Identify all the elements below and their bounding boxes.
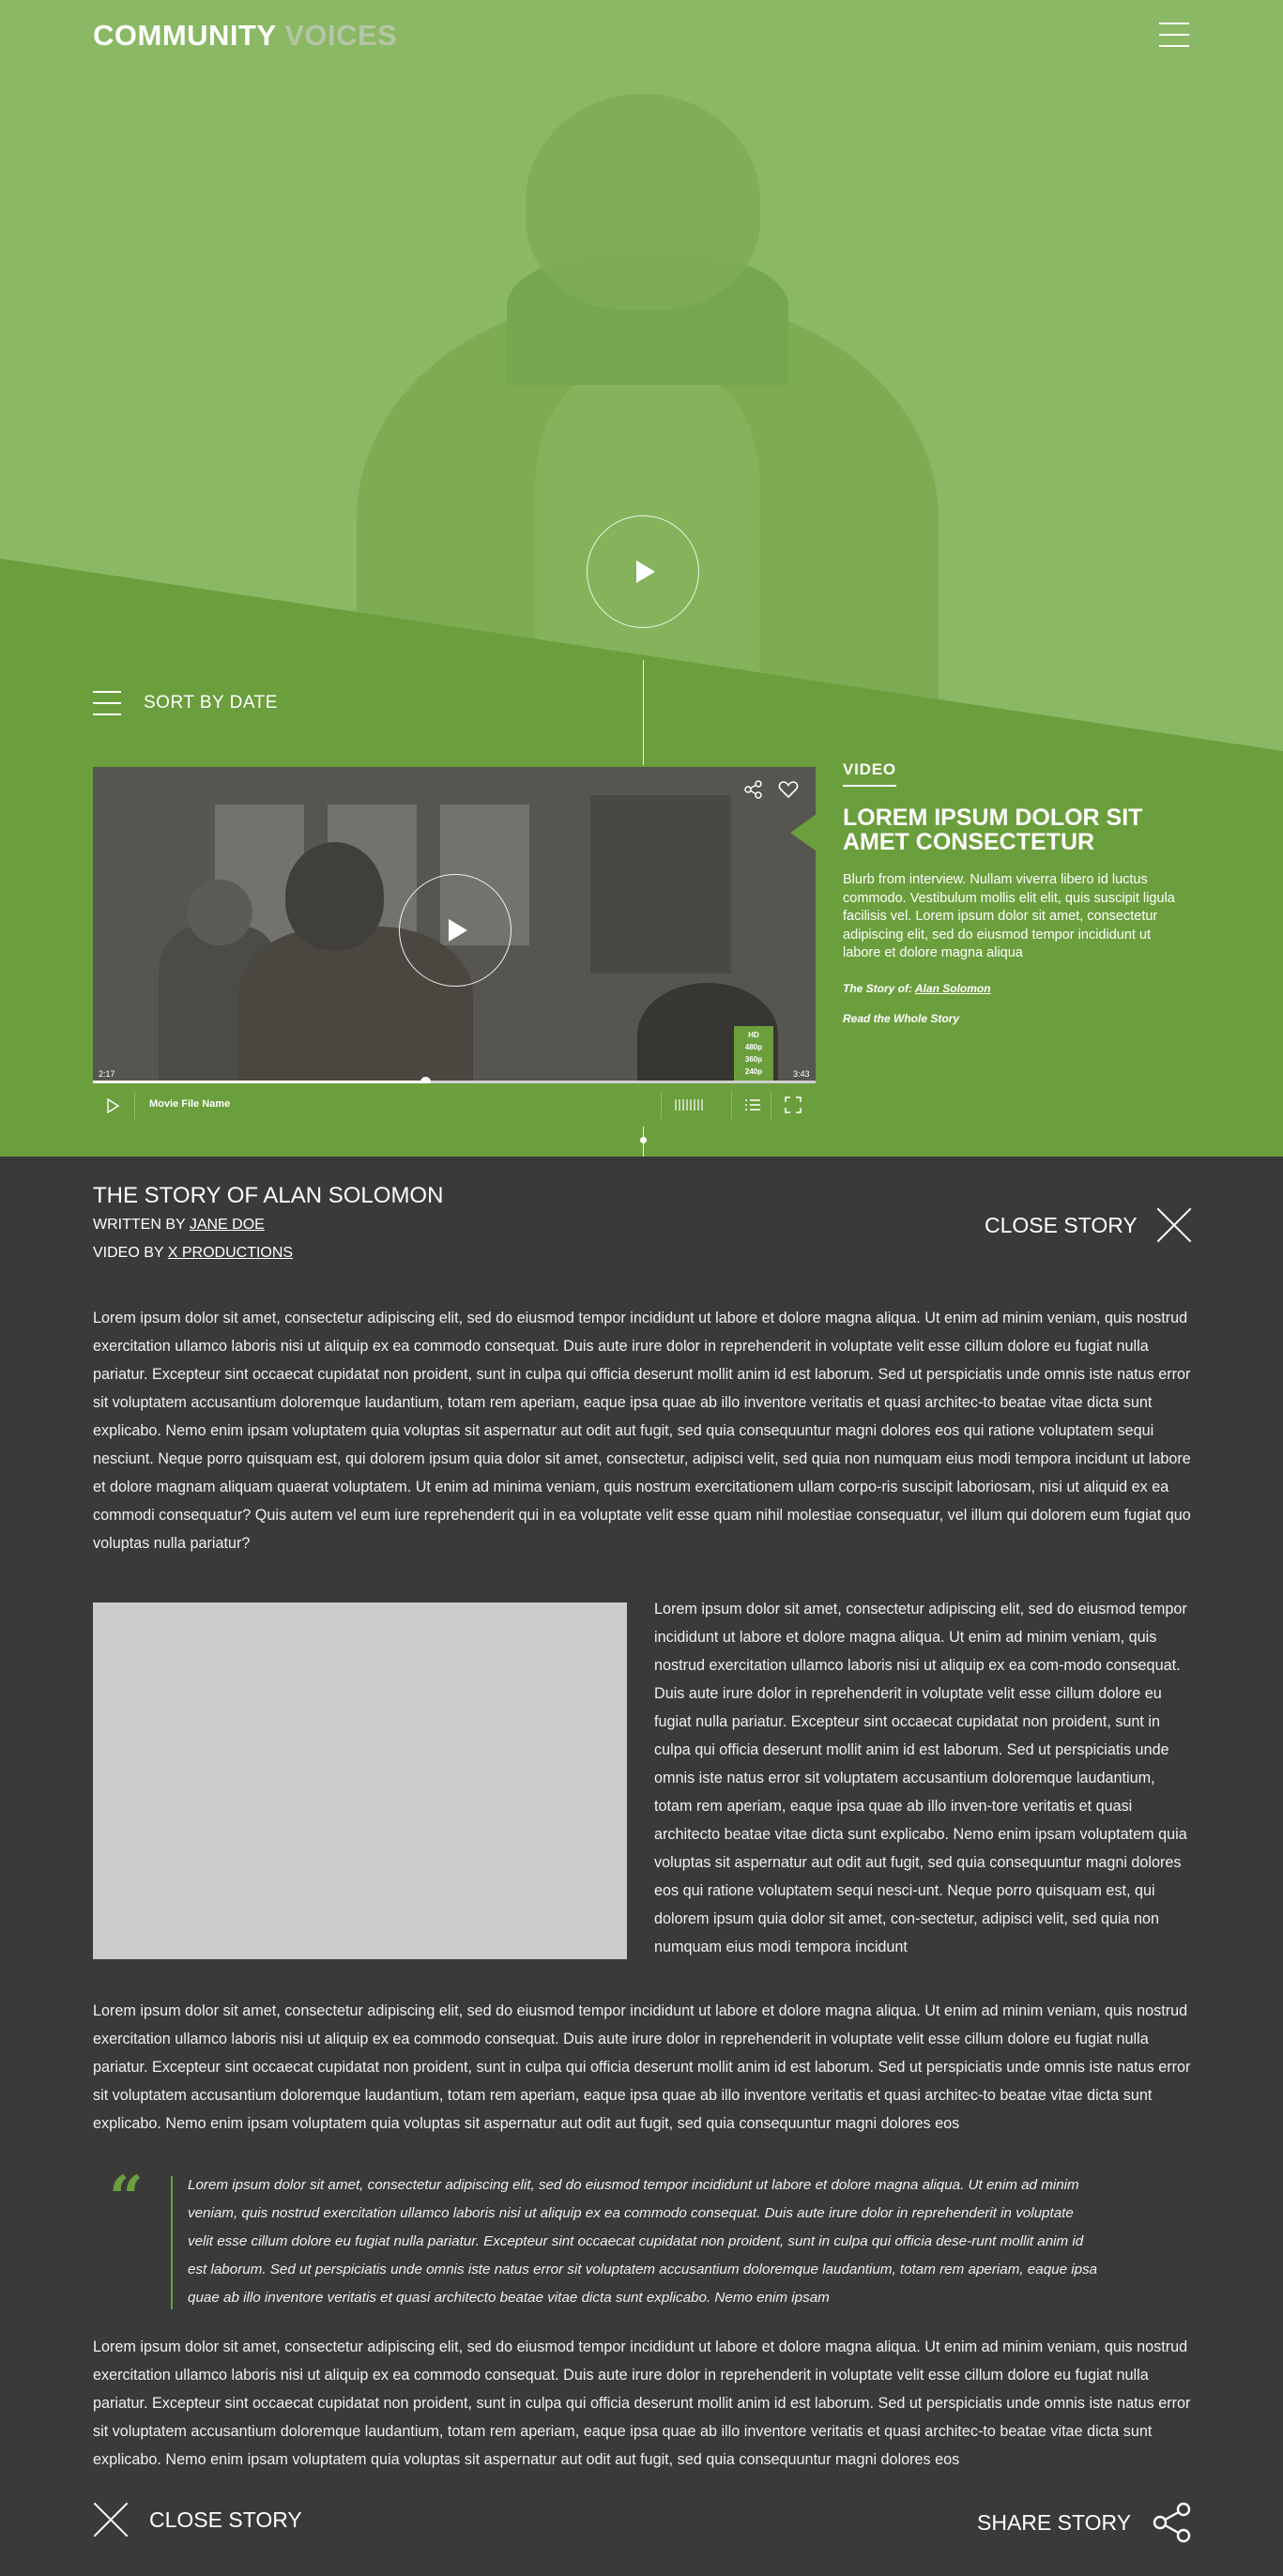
article-paragraph: Lorem ipsum dolor sit amet, consectetur …: [93, 2338, 1191, 2468]
article-paragraph: Lorem ipsum dolor sit amet, consectetur …: [93, 1310, 1191, 1552]
producer-link[interactable]: X PRODUCTIONS: [168, 1245, 293, 1261]
close-icon: [1156, 1207, 1192, 1243]
article-paragraph: Lorem ipsum dolor sit amet, consectetur …: [93, 2002, 1191, 2132]
author-link[interactable]: JANE DOE: [190, 1217, 265, 1233]
current-time: 2:17: [99, 1069, 115, 1079]
hero-section: COMMUNITY VOICES SORT BY DATE HD 480p 36…: [0, 0, 1283, 1157]
quality-option[interactable]: 240p: [734, 1066, 773, 1078]
pull-quote: Lorem ipsum dolor sit amet, consectetur …: [188, 2177, 1098, 2306]
read-whole-story-link[interactable]: Read the Whole Story: [843, 1012, 1192, 1025]
sort-label: SORT BY DATE: [144, 693, 278, 713]
story-title: THE STORY OF ALAN SOLOMON: [93, 1183, 444, 1208]
heart-icon[interactable]: [778, 780, 799, 799]
timeline-connector: [643, 660, 644, 765]
play-icon[interactable]: [106, 1098, 119, 1113]
timeline-dot: [640, 1137, 647, 1143]
playlist-icon[interactable]: [743, 1096, 762, 1113]
video-info-panel: VIDEO LOREM IPSUM DOLOR SIT AMET CONSECT…: [843, 760, 1192, 1025]
info-pointer: [790, 814, 817, 851]
close-story-button[interactable]: CLOSE STORY: [985, 1207, 1192, 1243]
hamburger-menu-icon[interactable]: [1159, 21, 1189, 49]
logo-word-community: COMMUNITY: [93, 19, 277, 52]
close-story-button-bottom[interactable]: CLOSE STORY: [93, 2502, 302, 2538]
video-frame[interactable]: HD 480p 360p 240p 2:17 3:43: [93, 767, 816, 1081]
share-icon[interactable]: [744, 780, 763, 799]
video-tag: VIDEO: [843, 760, 896, 787]
movie-file-name: Movie File Name: [149, 1098, 231, 1110]
total-time: 3:43: [793, 1069, 810, 1079]
quote-rule: [171, 2176, 173, 2309]
volume-icon[interactable]: [675, 1099, 720, 1111]
article-image-placeholder: [93, 1602, 627, 1959]
share-story-label: SHARE STORY: [977, 2509, 1132, 2535]
quote-icon: “: [109, 2163, 144, 2233]
hero-play-button[interactable]: [587, 515, 699, 628]
fullscreen-icon[interactable]: [785, 1096, 802, 1113]
list-icon: [93, 691, 121, 715]
player-controls: Movie File Name: [93, 1083, 816, 1127]
video-player: HD 480p 360p 240p 2:17 3:43 Movie File N…: [93, 767, 816, 1127]
story-of-prefix: The Story of:: [843, 981, 912, 995]
written-by-prefix: WRITTEN BY: [93, 1217, 186, 1233]
quality-option[interactable]: 360p: [734, 1053, 773, 1066]
written-by-line: WRITTEN BY JANE DOE: [93, 1217, 265, 1234]
logo-word-voices: VOICES: [284, 19, 398, 52]
close-icon: [93, 2502, 129, 2538]
quality-option[interactable]: 480p: [734, 1041, 773, 1053]
share-story-button[interactable]: SHARE STORY: [977, 2502, 1193, 2543]
story-of-link[interactable]: Alan Solomon: [915, 982, 991, 995]
quality-menu[interactable]: HD 480p 360p 240p: [734, 1026, 773, 1081]
share-icon: [1153, 2502, 1191, 2543]
site-logo[interactable]: COMMUNITY VOICES: [93, 19, 397, 53]
video-by-prefix: VIDEO BY: [93, 1245, 164, 1261]
close-story-label: CLOSE STORY: [985, 1212, 1138, 1237]
close-story-label: CLOSE STORY: [149, 2507, 302, 2532]
quality-option[interactable]: HD: [734, 1029, 773, 1041]
video-blurb: Blurb from interview. Nullam viverra lib…: [843, 872, 1175, 960]
story-of-line: The Story of: Alan Solomon: [843, 982, 1192, 995]
video-play-button[interactable]: [399, 874, 512, 987]
video-title: LOREM IPSUM DOLOR SIT AMET CONSECTETUR: [843, 805, 1143, 855]
video-by-line: VIDEO BY X PRODUCTIONS: [93, 1245, 293, 1262]
sort-by-date-control[interactable]: SORT BY DATE: [93, 690, 278, 716]
article-side-paragraph: Lorem ipsum dolor sit amet, consectetur …: [654, 1601, 1187, 1955]
